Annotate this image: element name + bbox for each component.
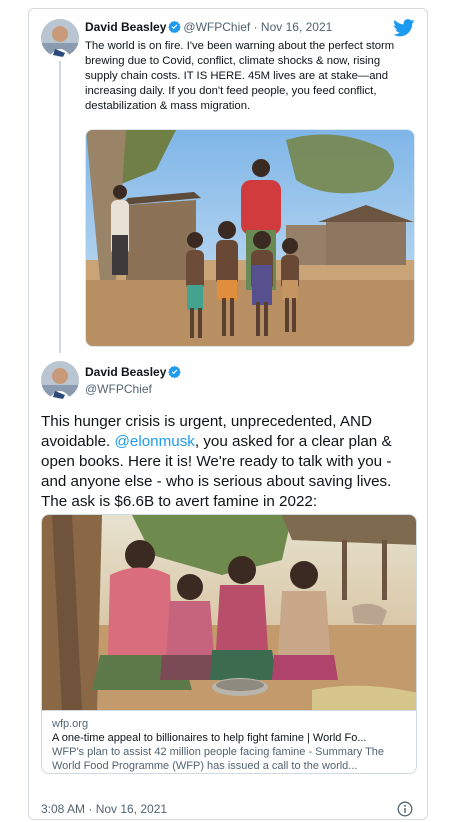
header-separator: · [250, 20, 261, 34]
thread-connector [59, 61, 61, 353]
info-icon[interactable] [397, 801, 413, 817]
mention-link[interactable]: @elonmusk [114, 433, 194, 450]
author-avatar[interactable] [41, 361, 79, 399]
author-handle[interactable]: @WFPChief [85, 381, 152, 397]
quoted-tweet-header: David Beasley @WFPChief · Nov 16, 2021 [85, 19, 415, 37]
tweet-timestamp[interactable]: 3:08 AM · Nov 16, 2021 [41, 802, 167, 816]
quoted-tweet-photo[interactable] [85, 129, 415, 347]
verified-badge-icon [168, 365, 182, 382]
quoted-author-name[interactable]: David Beasley [85, 20, 166, 34]
quoted-author-handle[interactable]: @WFPChief [183, 20, 250, 34]
author-name-row: David Beasley [85, 364, 183, 382]
author-name[interactable]: David Beasley [85, 365, 166, 379]
link-preview-card[interactable]: wfp.org A one-time appeal to billionaire… [41, 514, 417, 774]
link-description: WFP's plan to assist 42 million people f… [52, 746, 385, 772]
twitter-bird-icon[interactable] [393, 19, 415, 37]
quoted-tweet-text: The world is on fire. I've been warning … [85, 40, 395, 112]
tweet-text: This hunger crisis is urgent, unpreceden… [41, 412, 417, 512]
verified-badge-icon [168, 20, 182, 37]
link-preview-text[interactable]: wfp.org A one-time appeal to billionaire… [42, 710, 416, 773]
link-preview-image[interactable] [42, 515, 416, 710]
quoted-author-avatar[interactable] [41, 19, 79, 57]
tweet-card: David Beasley @WFPChief · Nov 16, 2021 Th… [28, 8, 428, 820]
link-domain: wfp.org [52, 718, 89, 730]
quoted-tweet-date[interactable]: Nov 16, 2021 [261, 20, 332, 34]
link-title: A one-time appeal to billionaires to hel… [52, 732, 367, 744]
